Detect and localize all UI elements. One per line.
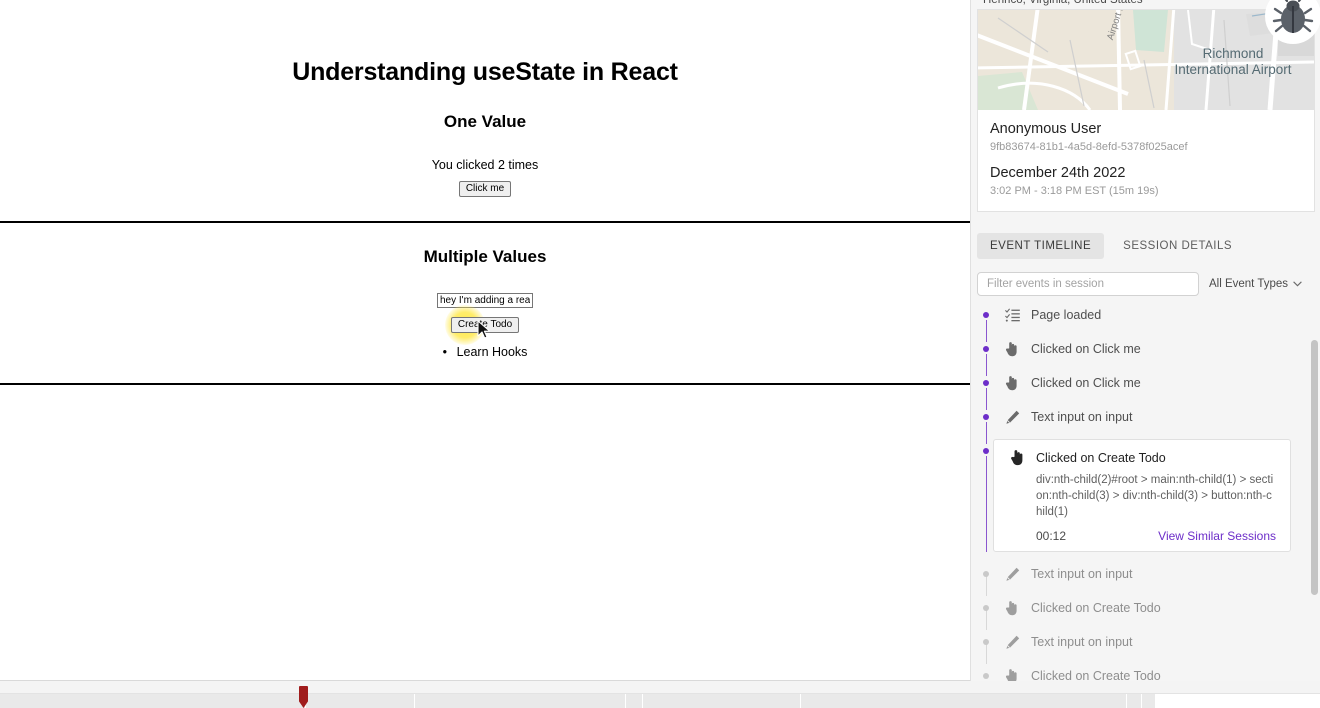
scrubber-segment[interactable] (643, 694, 801, 708)
session-summary-card: Richmond International Airport Airport D… (977, 9, 1315, 212)
scrubber-segment[interactable] (1142, 694, 1156, 708)
pencil-icon (1001, 567, 1023, 582)
session-date: December 24th 2022 (990, 164, 1302, 183)
event-dot (983, 639, 989, 645)
hand-pointer-icon (1006, 449, 1028, 466)
tab-session-details[interactable]: SESSION DETAILS (1110, 233, 1245, 259)
event-row-text-input[interactable]: Text input on input (971, 400, 1313, 434)
scrubber-segment[interactable] (415, 694, 626, 708)
tasks-list-icon (1001, 308, 1023, 322)
event-dot (983, 312, 989, 318)
event-dot (983, 346, 989, 352)
event-dot (983, 673, 989, 679)
replay-viewport: Understanding useState in React One Valu… (0, 0, 970, 681)
session-location-map[interactable]: Richmond International Airport Airport D… (978, 10, 1314, 110)
todo-text-input[interactable] (437, 293, 533, 308)
event-dot-selected (983, 448, 989, 454)
page-title: Understanding useState in React (0, 0, 970, 87)
event-label: Clicked on Create Todo (1031, 669, 1161, 681)
section-one-value-heading: One Value (0, 112, 970, 132)
event-label: Clicked on Click me (1031, 376, 1141, 390)
filter-events-input[interactable] (977, 272, 1199, 296)
click-me-button[interactable]: Click me (459, 181, 511, 197)
event-dot (983, 605, 989, 611)
selected-event-card[interactable]: Clicked on Create Todo div:nth-child(2)#… (993, 439, 1291, 552)
event-dot (983, 571, 989, 577)
todo-list: Learn Hooks (0, 345, 970, 359)
section-multiple-values-heading: Multiple Values (0, 247, 970, 267)
selected-event-timestamp: 00:12 (1036, 529, 1066, 543)
event-label: Clicked on Click me (1031, 342, 1141, 356)
event-label: Clicked on Create Todo (1031, 601, 1161, 615)
session-side-panel: Henrico, Virginia, United States (970, 0, 1320, 681)
event-label: Text input on input (1031, 410, 1132, 424)
map-place-label: Richmond International Airport (1168, 46, 1298, 78)
scrubber-segment[interactable] (306, 694, 415, 708)
session-replay-app: Understanding useState in React One Valu… (0, 0, 1320, 708)
event-type-dropdown-label: All Event Types (1209, 278, 1288, 290)
event-label: Text input on input (1031, 635, 1132, 649)
timeline-scrubber[interactable] (0, 680, 1320, 708)
scrubber-segment[interactable] (801, 694, 1127, 708)
session-user-id: 9fb83674-81b1-4a5d-8efd-5378f025acef (990, 139, 1302, 155)
selected-event-head: Clicked on Create Todo (1006, 449, 1278, 466)
events-list: Page loaded Clicked on Click me (971, 298, 1320, 681)
scrubber-segment[interactable] (626, 694, 643, 708)
selected-event-footer: 00:12 View Similar Sessions (1036, 529, 1278, 543)
event-row-clicked-click-me[interactable]: Clicked on Click me (971, 366, 1313, 400)
view-similar-sessions-link[interactable]: View Similar Sessions (1158, 529, 1276, 543)
pencil-icon (1001, 410, 1023, 425)
tab-event-timeline[interactable]: EVENT TIMELINE (977, 233, 1104, 259)
section-divider-1 (0, 221, 970, 223)
chevron-down-icon (1293, 281, 1302, 287)
selected-event-wrapper: Clicked on Create Todo div:nth-child(2)#… (971, 439, 1313, 552)
session-meta: Anonymous User 9fb83674-81b1-4a5d-8efd-5… (978, 110, 1314, 211)
create-todo-button[interactable]: Create Todo (451, 317, 519, 333)
panel-tabs: EVENT TIMELINE SESSION DETAILS (977, 233, 1245, 259)
event-row-text-input[interactable]: Text input on input (971, 625, 1313, 659)
session-time-range: 3:02 PM - 3:18 PM EST (15m 19s) (990, 183, 1302, 199)
event-filter-row: All Event Types (977, 272, 1315, 296)
selected-event-selector: div:nth-child(2)#root > main:nth-child(1… (1036, 472, 1278, 520)
section-divider-2 (0, 383, 970, 385)
hand-pointer-icon (1001, 600, 1023, 616)
hand-pointer-icon (1001, 341, 1023, 357)
events-scrollbar-thumb[interactable] (1311, 340, 1318, 595)
geo-location-label: Henrico, Virginia, United States (983, 0, 1143, 6)
section-multiple-values: Multiple Values Create Todo Learn Hooks (0, 247, 970, 359)
click-counter-text: You clicked 2 times (0, 158, 970, 172)
session-user-name: Anonymous User (990, 120, 1302, 139)
event-row-clicked-create-todo[interactable]: Clicked on Create Todo (971, 591, 1313, 625)
scrubber-track[interactable] (0, 693, 1320, 708)
selected-event-label: Clicked on Create Todo (1036, 451, 1166, 465)
event-row-text-input[interactable]: Text input on input (971, 557, 1313, 591)
event-row-page-loaded[interactable]: Page loaded (971, 298, 1313, 332)
bug-avatar-icon (1272, 0, 1314, 37)
event-label: Page loaded (1031, 308, 1101, 322)
event-row-clicked-create-todo[interactable]: Clicked on Create Todo (971, 659, 1313, 681)
event-dot (983, 414, 989, 420)
event-type-dropdown[interactable]: All Event Types (1209, 278, 1302, 290)
section-one-value: One Value You clicked 2 times Click me (0, 112, 970, 197)
events-scroll-container[interactable]: Page loaded Clicked on Click me (971, 298, 1320, 681)
event-row-clicked-click-me[interactable]: Clicked on Click me (971, 332, 1313, 366)
pencil-icon (1001, 635, 1023, 650)
event-dot (983, 380, 989, 386)
hand-pointer-icon (1001, 668, 1023, 681)
event-label: Text input on input (1031, 567, 1132, 581)
todo-item: Learn Hooks (443, 345, 528, 359)
scrubber-segment[interactable] (0, 694, 306, 708)
scrubber-segment[interactable] (1127, 694, 1142, 708)
hand-pointer-icon (1001, 375, 1023, 391)
